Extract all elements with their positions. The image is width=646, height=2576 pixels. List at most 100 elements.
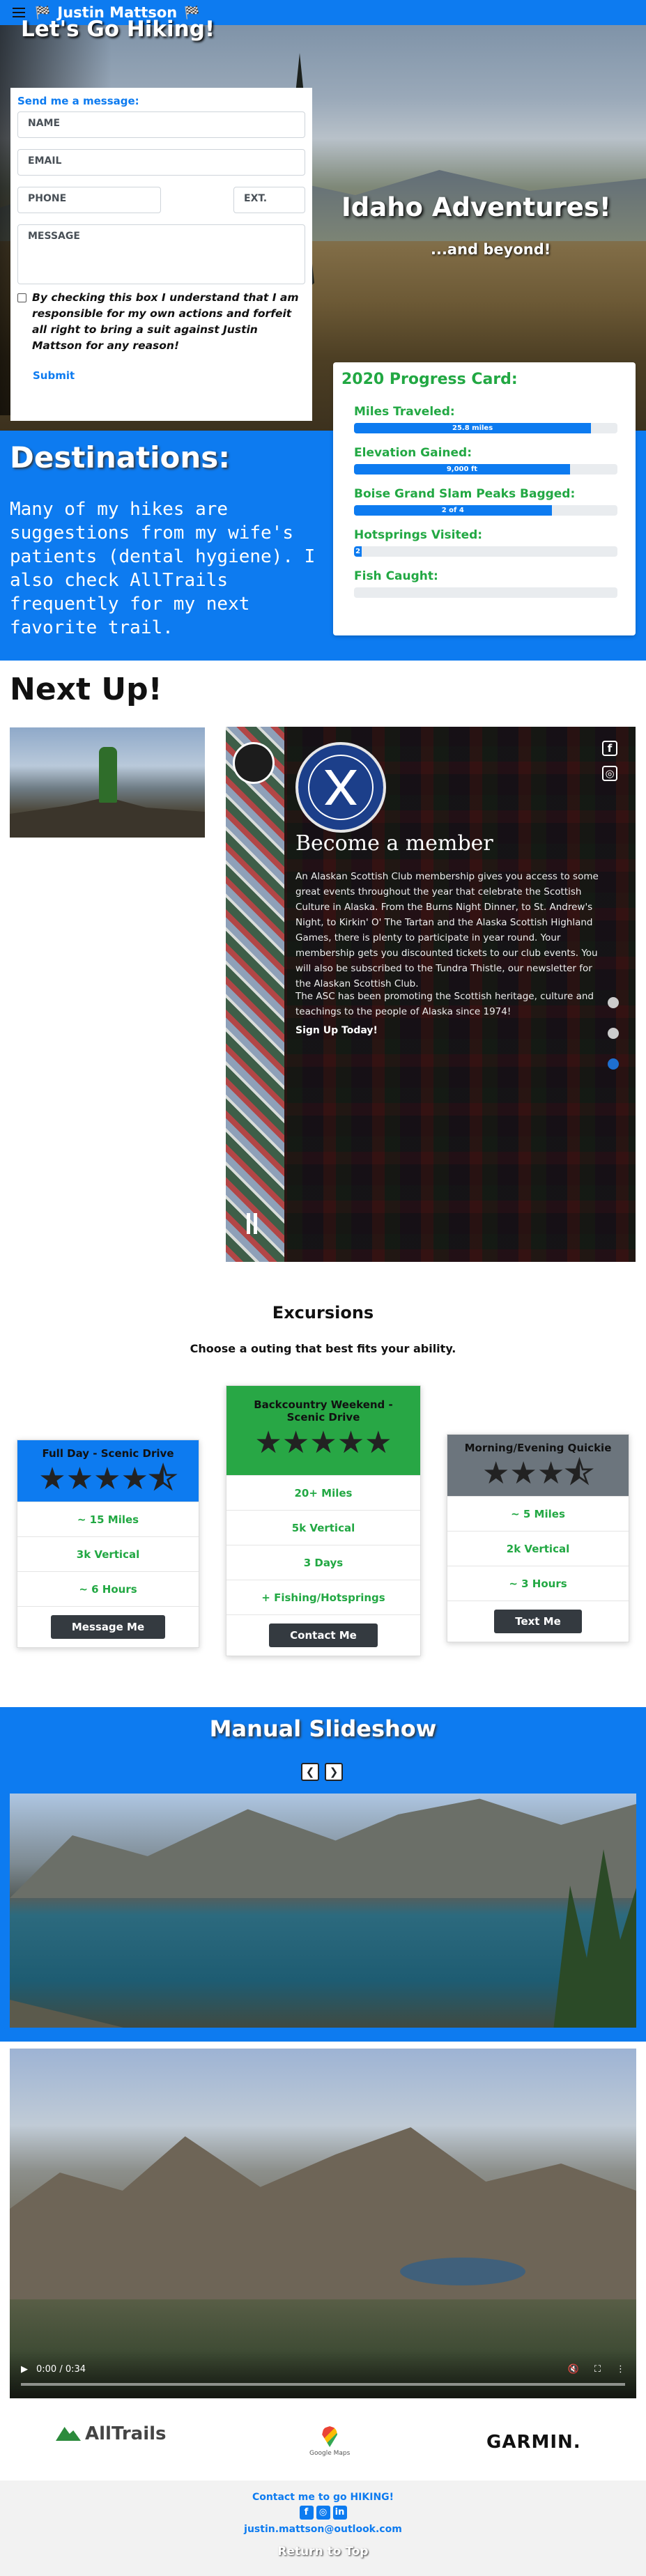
carousel-social: f ◎	[602, 741, 617, 781]
email-field[interactable]: EMAIL	[17, 149, 305, 176]
carousel-text: The ASC has been promoting the Scottish …	[295, 991, 594, 1017]
video-time: 0:00 / 0:34	[36, 2363, 86, 2375]
excursion-card: Full Day - Scenic Drive ★★★★⯪ ~ 15 Miles…	[17, 1440, 199, 1648]
next-arrow-icon[interactable]: ❯	[325, 1763, 343, 1781]
text-me-button[interactable]: Text Me	[494, 1610, 582, 1633]
list-item: 2k Vertical	[447, 1531, 629, 1566]
excursions-title: Excursions	[272, 1303, 374, 1322]
carousel-heading: Become a member	[295, 831, 493, 856]
name-field[interactable]: NAME	[17, 111, 305, 138]
sign-up-link[interactable]: Sign Up Today!	[295, 1025, 378, 1036]
list-item: ~ 3 Hours	[447, 1566, 629, 1601]
menu-icon[interactable]	[13, 8, 25, 17]
list-item: 5k Vertical	[226, 1510, 420, 1545]
club-seal-logo	[295, 742, 386, 833]
video-right-controls: 🔇 ⛶ ⋮	[568, 2364, 625, 2375]
carousel-dot[interactable]	[608, 1028, 619, 1039]
footer-contact: Contact me to go HIKING!	[252, 2492, 394, 2503]
list-item: + Fishing/Hotsprings	[226, 1580, 420, 1614]
video-player[interactable]	[10, 2049, 636, 2398]
carousel: f ◎ Become a member An Alaskan Scottish …	[226, 727, 636, 1262]
progress-title: 2020 Progress Card:	[341, 371, 518, 388]
card-header: Full Day - Scenic Drive ★★★★⯪	[17, 1440, 199, 1502]
alltrails-mountain-icon	[56, 2427, 81, 2441]
prev-arrow-icon[interactable]: ❮	[301, 1763, 319, 1781]
garmin-logo[interactable]: GARMIN.	[486, 2432, 581, 2453]
ext-field[interactable]: EXT.	[233, 187, 305, 213]
google-maps-wordmark: Google Maps	[309, 2450, 351, 2457]
list-item: ~ 15 Miles	[17, 1502, 199, 1536]
more-options-icon[interactable]: ⋮	[616, 2364, 625, 2375]
card-footer: Message Me	[17, 1606, 199, 1647]
card-header: Backcountry Weekend - Scenic Drive ★★★★★	[226, 1386, 420, 1475]
progress-card: 2020 Progress Card: Miles Traveled: 25.8…	[333, 362, 636, 635]
progress-item: Hotsprings Visited: 2	[354, 528, 626, 557]
progress-item: Fish Caught:	[354, 569, 626, 598]
message-field[interactable]: MESSAGE	[17, 224, 305, 284]
cliffs	[10, 1798, 636, 1898]
saltire-icon	[325, 770, 357, 805]
google-maps-logo[interactable]: Google Maps	[309, 2426, 350, 2457]
video-progress-bar[interactable]	[21, 2383, 625, 2386]
progress-bar	[354, 587, 617, 598]
progress-item: Boise Grand Slam Peaks Bagged: 2 of 4	[354, 487, 626, 516]
play-icon[interactable]: ▶	[21, 2364, 28, 2375]
return-to-top-link[interactable]: Return to Top	[0, 2545, 646, 2559]
club-seal-small	[233, 742, 275, 784]
alltrails-wordmark: AllTrails	[85, 2423, 167, 2444]
valley-lake	[400, 2258, 525, 2285]
progress-item: Elevation Gained: 9,000 ft	[354, 446, 626, 475]
consent-checkbox[interactable]	[17, 293, 26, 302]
hiker-photo	[10, 727, 205, 838]
card-title: Backcountry Weekend - Scenic Drive	[254, 1398, 393, 1424]
excursions-subtitle: Choose a outing that best fits your abil…	[190, 1342, 456, 1355]
submit-button[interactable]: Submit	[33, 369, 305, 382]
progress-fill: 2	[354, 546, 362, 557]
list-item: 3 Days	[226, 1545, 420, 1580]
progress-fill: 25.8 miles	[354, 423, 592, 433]
carousel-text: An Alaskan Scottish Club membership give…	[295, 871, 599, 989]
shore	[10, 2000, 135, 2028]
linkedin-icon[interactable]: in	[332, 2506, 347, 2520]
message-me-button[interactable]: Message Me	[50, 1615, 166, 1639]
slideshow-image	[10, 1794, 636, 2028]
excursion-card: Backcountry Weekend - Scenic Drive ★★★★★…	[226, 1385, 421, 1656]
slideshow-title: Manual Slideshow	[209, 1715, 437, 1742]
progress-label: Miles Traveled:	[354, 405, 455, 419]
card-title: Morning/Evening Quickie	[464, 1442, 612, 1454]
consent-checkbox-row: By checking this box I understand that I…	[17, 290, 305, 354]
phone-field[interactable]: PHONE	[17, 187, 161, 213]
facebook-icon[interactable]: f	[299, 2506, 314, 2520]
alltrails-logo[interactable]: AllTrails	[56, 2423, 167, 2444]
progress-label: Elevation Gained:	[354, 446, 472, 460]
carousel-indicators	[608, 997, 619, 1070]
next-up-title: Next Up!	[10, 672, 162, 707]
list-item: 3k Vertical	[17, 1536, 199, 1571]
facebook-icon[interactable]: f	[602, 741, 617, 756]
list-item: ~ 6 Hours	[17, 1571, 199, 1606]
pause-icon[interactable]	[247, 1213, 262, 1234]
contact-me-button[interactable]: Contact Me	[269, 1624, 378, 1647]
map-pin-icon	[322, 2426, 338, 2447]
carousel-dot[interactable]	[608, 997, 619, 1008]
fullscreen-icon[interactable]: ⛶	[594, 2364, 601, 2375]
progress-label: Hotsprings Visited:	[354, 528, 483, 542]
instagram-icon[interactable]: ◎	[602, 766, 617, 781]
hiker	[99, 747, 117, 803]
progress-bar: 2 of 4	[354, 505, 617, 516]
rating-stars: ★★★⯪	[482, 1456, 594, 1491]
instagram-icon[interactable]: ◎	[316, 2506, 330, 2520]
hero-subheadline: ...and beyond!	[431, 241, 551, 258]
mute-icon[interactable]: 🔇	[568, 2364, 579, 2375]
progress-fill: 2 of 4	[354, 505, 552, 516]
card-title: Full Day - Scenic Drive	[42, 1447, 174, 1460]
hero-title: Let's Go Hiking!	[21, 17, 215, 42]
footer-social: f ◎ in	[0, 2506, 646, 2520]
rock	[10, 797, 205, 838]
slideshow-controls: ❮ ❯	[301, 1763, 343, 1781]
destinations-title: Destinations:	[10, 440, 231, 475]
progress-item: Miles Traveled: 25.8 miles	[354, 405, 626, 433]
contact-form: Send me a message: NAME EMAIL PHONE EXT.…	[10, 88, 312, 421]
footer-email[interactable]: justin.mattson@outlook.com	[0, 2524, 646, 2535]
carousel-dot-active[interactable]	[608, 1058, 619, 1070]
